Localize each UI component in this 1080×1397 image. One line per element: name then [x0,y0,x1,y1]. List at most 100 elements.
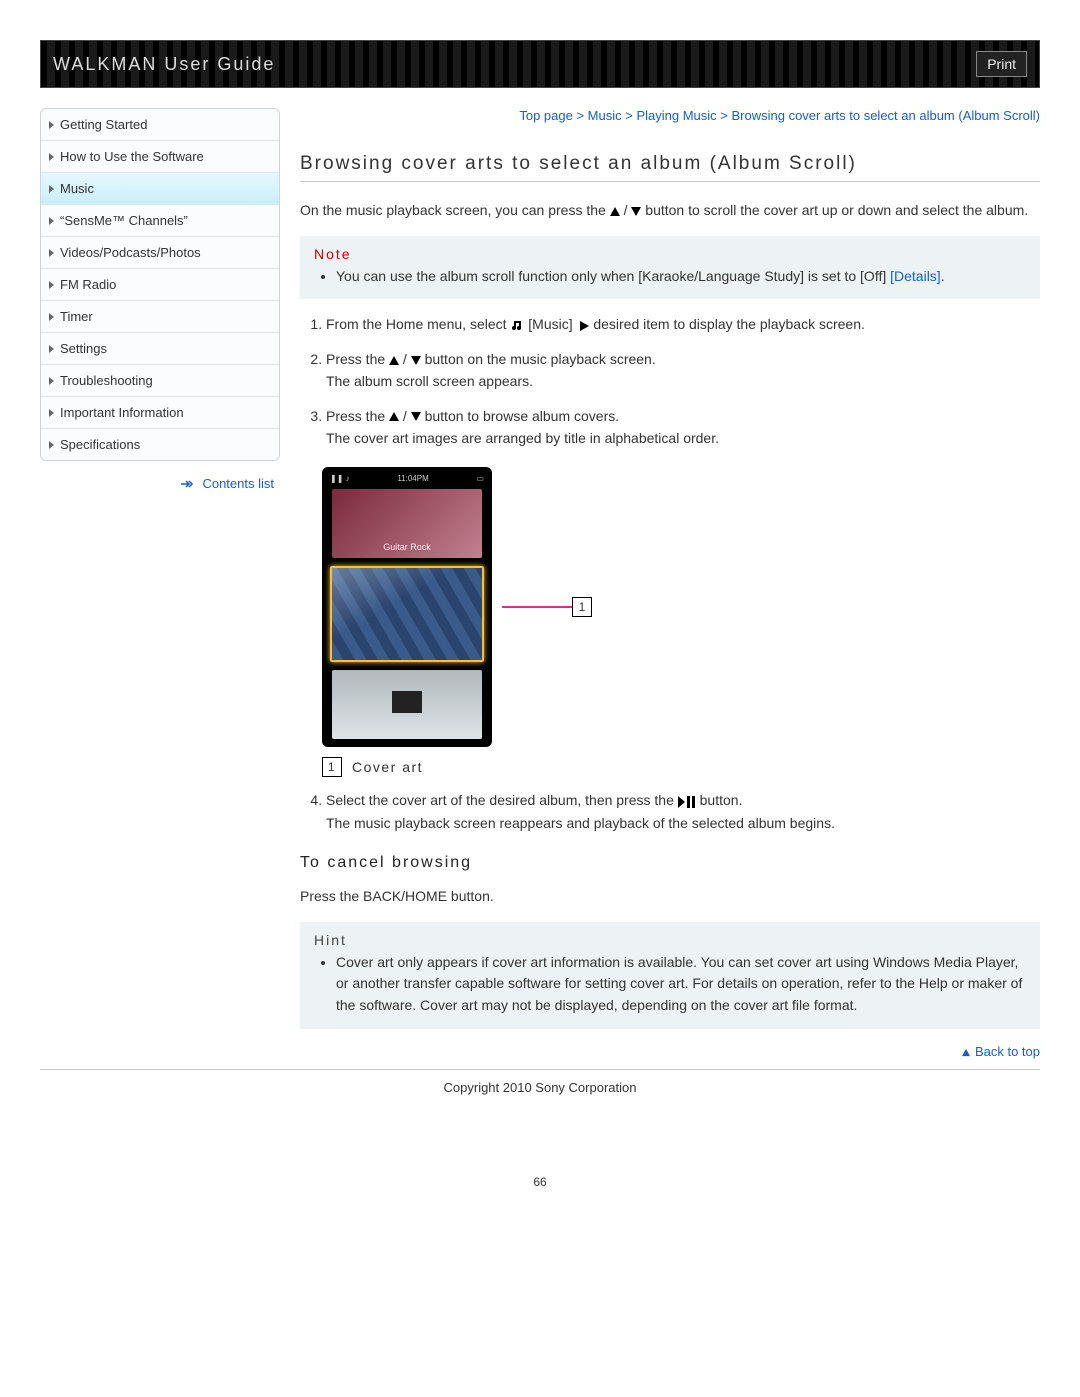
step3-a: Press the [326,408,389,424]
device-mockup: ❚❚ ♪ 11:04PM ▭ [322,467,492,747]
step3-b: button to browse album covers. [425,408,620,424]
nav-label: Timer [60,309,93,324]
step1-b: desired item to display the playback scr… [593,316,865,332]
caret-right-icon [49,217,54,225]
intro-text: On the music playback screen, you can pr… [300,200,1040,222]
up-triangle-icon [610,207,620,216]
nav-item-fm[interactable]: FM Radio [41,269,279,301]
nav-label: Getting Started [60,117,147,132]
hint-title: Hint [314,932,1026,948]
nav-item-getting-started[interactable]: Getting Started [41,109,279,141]
nav-item-software[interactable]: How to Use the Software [41,141,279,173]
figure-caption: 1 Cover art [322,757,1040,777]
step-3: Press the / button to browse album cover… [326,405,1040,450]
nav-item-music[interactable]: Music [41,173,279,205]
step4-b: button. [700,792,743,808]
caret-right-icon [49,249,54,257]
note-text-a: You can use the album scroll function on… [336,268,890,284]
note-box: Note You can use the album scroll functi… [300,236,1040,300]
cancel-text: Press the BACK/HOME button. [300,886,1040,908]
page-number: 66 [40,1175,1040,1189]
cover-art-3 [332,670,482,739]
nav-item-important[interactable]: Important Information [41,397,279,429]
step2-a: Press the [326,351,389,367]
nav-item-timer[interactable]: Timer [41,301,279,333]
nav-item-troubleshooting[interactable]: Troubleshooting [41,365,279,397]
cancel-heading: To cancel browsing [300,854,1040,872]
caret-right-icon [49,313,54,321]
page-title: Browsing cover arts to select an album (… [300,153,1040,175]
caret-right-icon [49,185,54,193]
arrow-right-icon [181,479,195,489]
status-time: 11:04PM [397,474,428,483]
sidebar: Getting Started How to Use the Software … [40,108,280,1065]
header-bar: WALKMAN User Guide Print [40,40,1040,88]
step4-a: Select the cover art of the desired albu… [326,792,678,808]
intro-b: button to scroll the cover art up or dow… [645,202,1028,218]
callout-line [502,606,572,608]
crumb-playing[interactable]: Playing Music [636,108,716,123]
nav-label: Music [60,181,94,196]
device-status-bar: ❚❚ ♪ 11:04PM ▭ [326,471,488,485]
crumb-music[interactable]: Music [588,108,622,123]
breadcrumb: Top page > Music > Playing Music > Brows… [300,108,1040,123]
nav-label: Troubleshooting [60,373,153,388]
nav-item-specs[interactable]: Specifications [41,429,279,460]
main-content: Top page > Music > Playing Music > Brows… [300,108,1040,1065]
note-item: You can use the album scroll function on… [336,266,1026,288]
down-triangle-icon [411,356,421,365]
caret-right-icon [49,409,54,417]
crumb-current: Browsing cover arts to select an album (… [731,108,1040,123]
step1-a: From the Home menu, select [326,316,510,332]
caret-right-icon [49,345,54,353]
contents-list-link[interactable]: Contents list [40,475,280,491]
cover-art-2-selected [330,566,484,662]
device-figure: ❚❚ ♪ 11:04PM ▭ 1 [322,467,1040,747]
nav-item-videos[interactable]: Videos/Podcasts/Photos [41,237,279,269]
nav-list: Getting Started How to Use the Software … [40,108,280,461]
note-text-b: . [941,268,945,284]
steps-list: From the Home menu, select [Music] desir… [300,313,1040,449]
nav-label: How to Use the Software [60,149,204,164]
music-note-icon [510,316,528,332]
back-to-top-label[interactable]: Back to top [975,1044,1040,1059]
step4-c: The music playback screen reappears and … [326,815,835,831]
up-triangle-icon [389,356,399,365]
down-triangle-icon [631,207,641,216]
footer-divider [40,1069,1040,1070]
crumb-top[interactable]: Top page [519,108,573,123]
step3-slash: / [403,408,411,424]
step-4: Select the cover art of the desired albu… [326,789,1040,834]
nav-item-sensme[interactable]: “SensMe™ Channels” [41,205,279,237]
step-1: From the Home menu, select [Music] desir… [326,313,1040,335]
nav-label: Settings [60,341,107,356]
step2-slash: / [403,351,411,367]
step3-c: The cover art images are arranged by tit… [326,430,719,446]
step1-music: [Music] [528,316,572,332]
cover-art-caption: Cover art [352,759,423,775]
battery-icon: ▭ [476,474,484,483]
details-link[interactable]: [Details] [890,268,941,284]
nav-label: FM Radio [60,277,116,292]
callout-marker-1: 1 [322,757,342,777]
step2-c: The album scroll screen appears. [326,373,533,389]
crumb-sep: > [622,108,637,123]
status-left: ❚❚ ♪ [330,474,350,483]
note-title: Note [314,246,1026,262]
step-2: Press the / button on the music playback… [326,348,1040,393]
caret-right-icon [49,121,54,129]
crumb-sep: > [717,108,732,123]
down-triangle-icon [411,412,421,421]
nav-label: Important Information [60,405,184,420]
up-triangle-icon [962,1049,970,1056]
back-to-top[interactable]: Back to top [300,1043,1040,1059]
intro-a: On the music playback screen, you can pr… [300,202,610,218]
divider [300,181,1040,182]
contents-list-label[interactable]: Contents list [202,476,274,491]
callout-marker-1: 1 [572,597,592,617]
right-triangle-icon [580,321,589,331]
print-button[interactable]: Print [976,51,1027,77]
copyright-text: Copyright 2010 Sony Corporation [40,1080,1040,1095]
caret-right-icon [49,377,54,385]
nav-item-settings[interactable]: Settings [41,333,279,365]
